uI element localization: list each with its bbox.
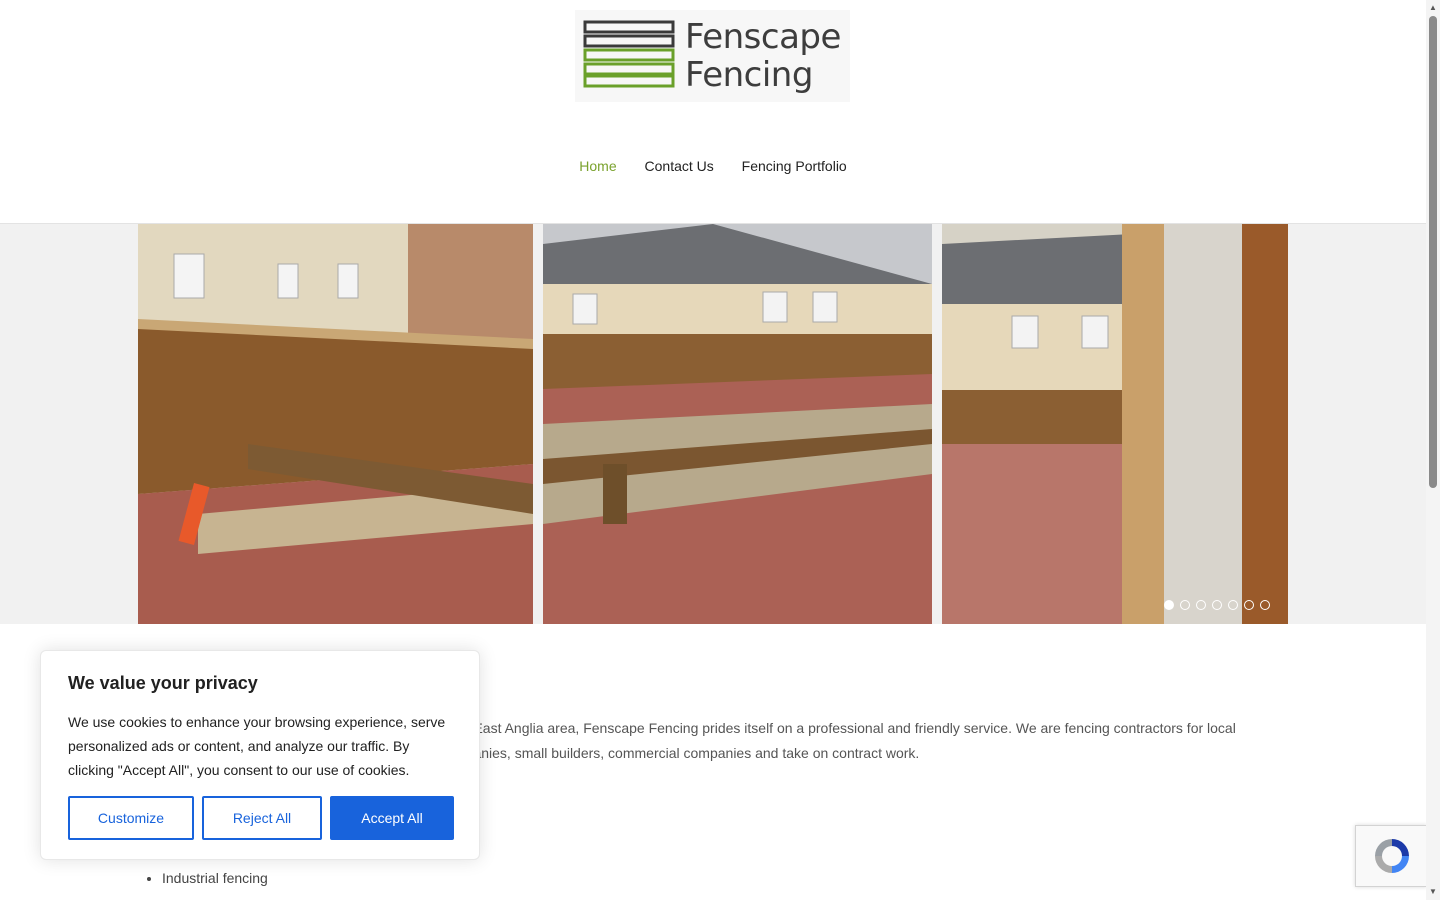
logo-line-2: Fencing (685, 55, 813, 95)
gallery-slide-2[interactable] (543, 224, 932, 624)
page-scrollbar[interactable]: ▲ ▼ (1426, 0, 1440, 900)
scroll-up-icon[interactable]: ▲ (1429, 4, 1437, 12)
recaptcha-badge[interactable] (1355, 825, 1427, 887)
slider-dot-2[interactable] (1180, 600, 1190, 610)
slider-dot-5[interactable] (1228, 600, 1238, 610)
cookie-title: We value your privacy (68, 673, 258, 693)
logo-mark-icon (583, 20, 675, 88)
slider-pagination (1164, 600, 1270, 610)
services-list: Industrial fencing (162, 866, 268, 891)
scrollbar-thumb[interactable] (1429, 16, 1437, 488)
logo-line-1: Fenscape (685, 17, 841, 57)
nav-home[interactable]: Home (579, 158, 616, 174)
intro-line-1: nd East Anglia area, Fenscape Fencing pr… (454, 720, 1236, 736)
slider-dot-1[interactable] (1164, 600, 1174, 610)
slider-dot-7[interactable] (1260, 600, 1270, 610)
main-nav: Home Contact Us Fencing Portfolio (0, 158, 1426, 174)
scroll-down-icon[interactable]: ▼ (1429, 888, 1437, 896)
fence-photo-2 (543, 224, 932, 624)
gallery-slide-1[interactable] (138, 224, 533, 624)
nav-contact-us[interactable]: Contact Us (645, 158, 714, 174)
reject-all-button[interactable]: Reject All (202, 796, 322, 840)
site-logo[interactable]: Fenscape Fencing (575, 10, 850, 102)
cookie-actions: Customize Reject All Accept All (68, 796, 454, 840)
recaptcha-icon (1374, 839, 1409, 873)
site-header: Fenscape Fencing Home Contact Us Fencing… (0, 0, 1426, 224)
logo-text: Fenscape Fencing (685, 18, 841, 94)
accept-all-button[interactable]: Accept All (330, 796, 454, 840)
slider-dot-6[interactable] (1244, 600, 1254, 610)
gallery-slide-3[interactable] (942, 224, 1288, 624)
list-item: Industrial fencing (162, 866, 268, 891)
slider-dot-3[interactable] (1196, 600, 1206, 610)
fence-photo-3 (942, 224, 1288, 624)
fence-photo-1 (138, 224, 533, 624)
cookie-consent-banner: We value your privacy We use cookies to … (40, 650, 480, 860)
slider-dot-4[interactable] (1212, 600, 1222, 610)
cookie-description: We use cookies to enhance your browsing … (68, 714, 446, 778)
customize-button[interactable]: Customize (68, 796, 194, 840)
nav-fencing-portfolio[interactable]: Fencing Portfolio (742, 158, 847, 174)
intro-line-2: mpanies, small builders, commercial comp… (454, 745, 920, 761)
